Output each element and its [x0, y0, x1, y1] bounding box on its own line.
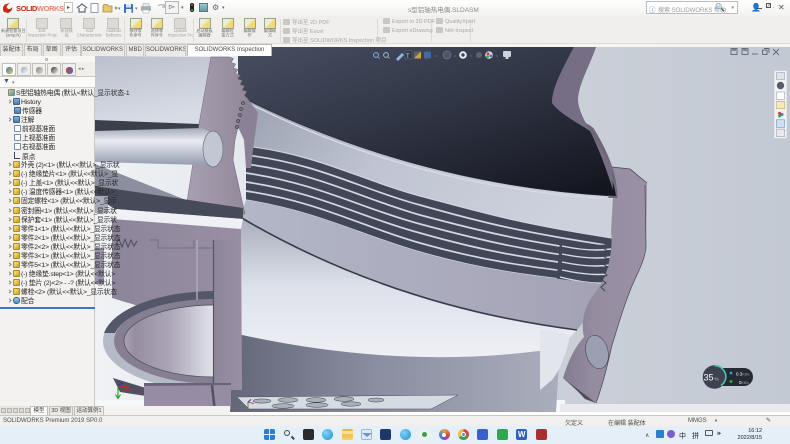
svg-text:0KB/s: 0KB/s [739, 380, 749, 385]
svg-text:▾: ▾ [135, 6, 138, 12]
svg-text:35: 35 [704, 373, 714, 383]
svg-text:▾: ▾ [118, 6, 121, 12]
svg-text:%: % [715, 377, 719, 382]
svg-text:T: T [406, 54, 410, 60]
svg-text:0.3KB/s: 0.3KB/s [736, 372, 750, 377]
